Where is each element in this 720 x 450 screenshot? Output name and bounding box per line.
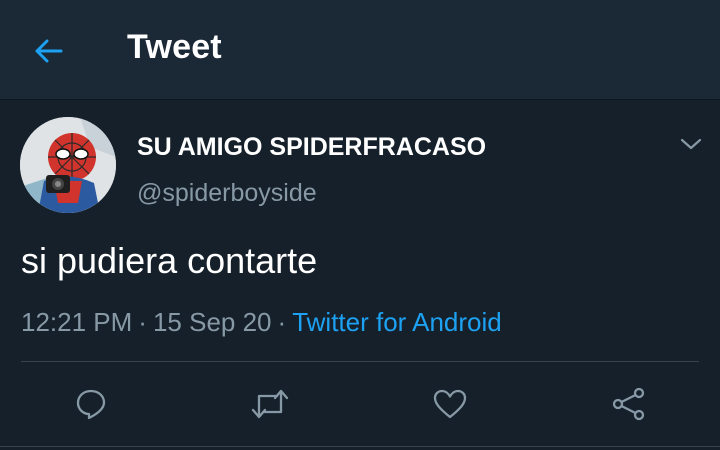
tweet-action-bar <box>0 380 720 428</box>
divider <box>0 446 720 447</box>
tweet-source-link[interactable]: Twitter for Android <box>292 307 502 337</box>
tweet-options-button[interactable] <box>676 132 706 156</box>
spider-man-avatar-image <box>20 117 116 213</box>
author-handle[interactable]: @spiderboyside <box>137 179 317 208</box>
share-button[interactable] <box>605 380 653 428</box>
share-icon <box>612 387 645 421</box>
arrow-left-icon <box>35 39 63 63</box>
meta-separator: · <box>277 307 287 337</box>
reply-button[interactable] <box>67 380 115 428</box>
chevron-down-icon <box>680 138 702 150</box>
avatar[interactable] <box>20 117 116 213</box>
author-display-name[interactable]: SU AMIGO SPIDERFRACASO <box>137 133 486 162</box>
tweet-text: si pudiera contarte <box>21 240 318 281</box>
like-icon <box>433 389 467 419</box>
meta-separator: · <box>138 307 147 337</box>
tweet-date: 15 Sep 20 <box>152 307 272 337</box>
tweet-time: 12:21 PM <box>21 307 133 337</box>
retweet-button[interactable] <box>246 380 294 428</box>
tweet-metadata: 12:21 PM · 15 Sep 20 · Twitter for Android <box>21 307 502 338</box>
top-app-bar: Tweet <box>0 0 720 100</box>
divider <box>21 361 699 362</box>
retweet-icon <box>251 389 289 419</box>
reply-icon <box>76 389 106 420</box>
like-button[interactable] <box>426 380 474 428</box>
back-button[interactable] <box>30 33 66 69</box>
page-title: Tweet <box>127 28 222 66</box>
